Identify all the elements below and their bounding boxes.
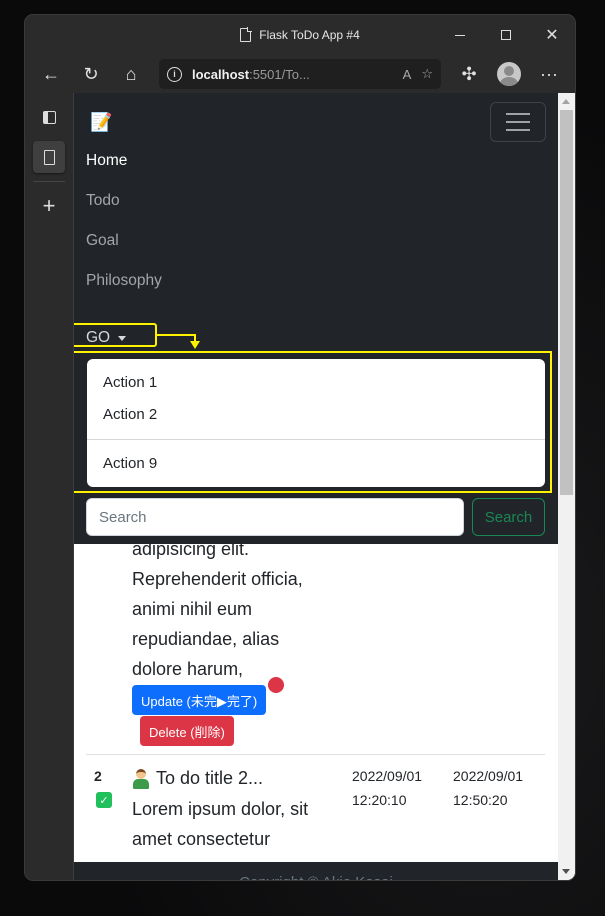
copyright-text: Copyright © Akio Kasai <box>239 874 393 881</box>
row-divider <box>86 754 545 755</box>
tab-actions-button[interactable] <box>33 101 65 133</box>
minimize-button[interactable] <box>437 15 483 55</box>
back-arrow-icon: ← <box>42 63 60 84</box>
farmer-emoji-icon <box>132 768 150 789</box>
search-button[interactable]: Search <box>472 498 545 536</box>
site-info-icon[interactable]: i <box>167 66 182 82</box>
todo-description-line: Lorem ipsum dolor, sit <box>132 799 309 819</box>
dropdown-item-action-1[interactable]: Action 1 <box>87 367 545 399</box>
todo-description-line: repudiandae, alias <box>132 629 280 649</box>
created-time: 12:20:10 <box>352 792 407 808</box>
minimize-icon <box>455 34 465 36</box>
profile-button[interactable] <box>491 58 527 90</box>
nav-link-home[interactable]: Home <box>86 152 127 170</box>
close-button[interactable]: ✕ <box>529 15 575 55</box>
check-icon: ✓ <box>99 794 109 807</box>
footer: Copyright © Akio Kasai <box>74 862 558 880</box>
hamburger-line <box>506 113 530 115</box>
update-button[interactable]: Update (未完▶完了) <box>132 685 267 715</box>
home-icon: ⌂ <box>125 63 137 84</box>
browser-toolbar: ← ↻ ⌂ i localhost:5501/To... A ☆ ✣ ··· <box>25 55 575 93</box>
home-button[interactable]: ⌂ <box>113 58 149 90</box>
scrollbar-thumb[interactable] <box>560 110 573 495</box>
vertical-tabs-panel: + <box>25 93 74 880</box>
avatar <box>497 62 521 86</box>
extensions-button[interactable]: ✣ <box>451 58 487 90</box>
close-icon: ✕ <box>545 27 559 44</box>
updated-at: 2022/09/01 12:50:20 <box>453 764 523 812</box>
read-aloud-icon[interactable]: A <box>403 67 412 82</box>
nav-link-todo[interactable]: Todo <box>86 192 120 210</box>
created-date: 2022/09/01 <box>352 768 423 784</box>
web-page: 📝 Home Todo Goal Philosophy GO Action 1 … <box>74 93 558 880</box>
todo-title: To do title 2... <box>132 768 263 789</box>
done-checkbox[interactable]: ✓ <box>96 792 112 808</box>
todo-description-line: adipisicing elit. <box>132 544 250 559</box>
back-button[interactable]: ← <box>33 58 69 90</box>
tab-actions-icon <box>42 110 56 124</box>
updated-date: 2022/09/01 <box>453 768 524 784</box>
window-title: Flask ToDo App #4 <box>259 28 360 42</box>
tabs-divider <box>33 181 65 182</box>
window-title-group: Flask ToDo App #4 <box>240 27 360 42</box>
refresh-icon: ↻ <box>83 63 99 84</box>
window-controls: ✕ <box>437 15 575 55</box>
todo-description-line: Reprehenderit officia, <box>132 569 303 589</box>
hamburger-line <box>506 129 530 131</box>
todo-description-line: animi nihil eum <box>132 599 253 619</box>
tab-current[interactable] <box>33 141 65 173</box>
highlight-box-go <box>74 323 157 347</box>
dropdown-divider <box>87 439 545 440</box>
url-host: localhost <box>192 66 250 82</box>
updated-time: 12:50:20 <box>453 792 508 808</box>
dropdown-item-action-9[interactable]: Action 9 <box>87 448 545 480</box>
scroll-down-arrow-icon[interactable] <box>562 869 570 874</box>
hamburger-line <box>506 121 530 123</box>
todo-id: 2 <box>94 768 102 784</box>
nav-link-philosophy[interactable]: Philosophy <box>86 272 162 290</box>
todo-title-text: To do title 2... <box>156 768 264 788</box>
dropdown-menu: Action 1 Action 2 Action 9 <box>87 359 545 487</box>
highlight-arrow-icon <box>190 341 200 349</box>
url-text[interactable]: localhost:5501/To... <box>192 67 393 82</box>
navbar: 📝 Home Todo Goal Philosophy GO Action 1 … <box>74 93 558 544</box>
todo-description-line: dolore harum, <box>132 659 244 679</box>
more-icon: ··· <box>540 63 558 84</box>
page-viewport: 📝 Home Todo Goal Philosophy GO Action 1 … <box>74 93 575 880</box>
delete-button[interactable]: Delete (削除) <box>140 716 234 746</box>
todo-list: adipisicing elit. Reprehenderit officia,… <box>74 544 558 862</box>
dropdown-item-action-2[interactable]: Action 2 <box>87 399 545 431</box>
page-icon <box>43 149 55 165</box>
new-tab-button[interactable]: + <box>33 190 65 222</box>
url-path: :5501/To... <box>249 66 310 82</box>
document-icon <box>240 27 253 42</box>
puzzle-icon: ✣ <box>461 63 477 84</box>
created-at: 2022/09/01 12:20:10 <box>352 764 422 812</box>
search-input[interactable]: Search <box>86 498 464 536</box>
todo-description-line: amet consectetur <box>132 829 271 849</box>
title-bar: Flask ToDo App #4 ✕ <box>25 15 575 55</box>
refresh-button[interactable]: ↻ <box>73 58 109 90</box>
maximize-button[interactable] <box>483 15 529 55</box>
brand-logo-icon[interactable]: 📝 <box>90 112 112 133</box>
maximize-icon <box>501 30 511 40</box>
nav-link-goal[interactable]: Goal <box>86 232 119 250</box>
add-favorite-icon[interactable]: ☆ <box>421 66 433 82</box>
scroll-up-arrow-icon[interactable] <box>562 99 570 104</box>
vertical-scrollbar[interactable] <box>558 93 575 880</box>
navbar-toggler-button[interactable] <box>490 102 546 142</box>
notification-dot <box>268 677 284 693</box>
address-bar[interactable]: i localhost:5501/To... A ☆ <box>159 59 441 89</box>
browser-window: Flask ToDo App #4 ✕ ← ↻ ⌂ i localhost:55… <box>25 15 575 880</box>
highlight-connector <box>157 334 195 336</box>
more-button[interactable]: ··· <box>531 58 567 90</box>
plus-icon: + <box>42 193 56 218</box>
